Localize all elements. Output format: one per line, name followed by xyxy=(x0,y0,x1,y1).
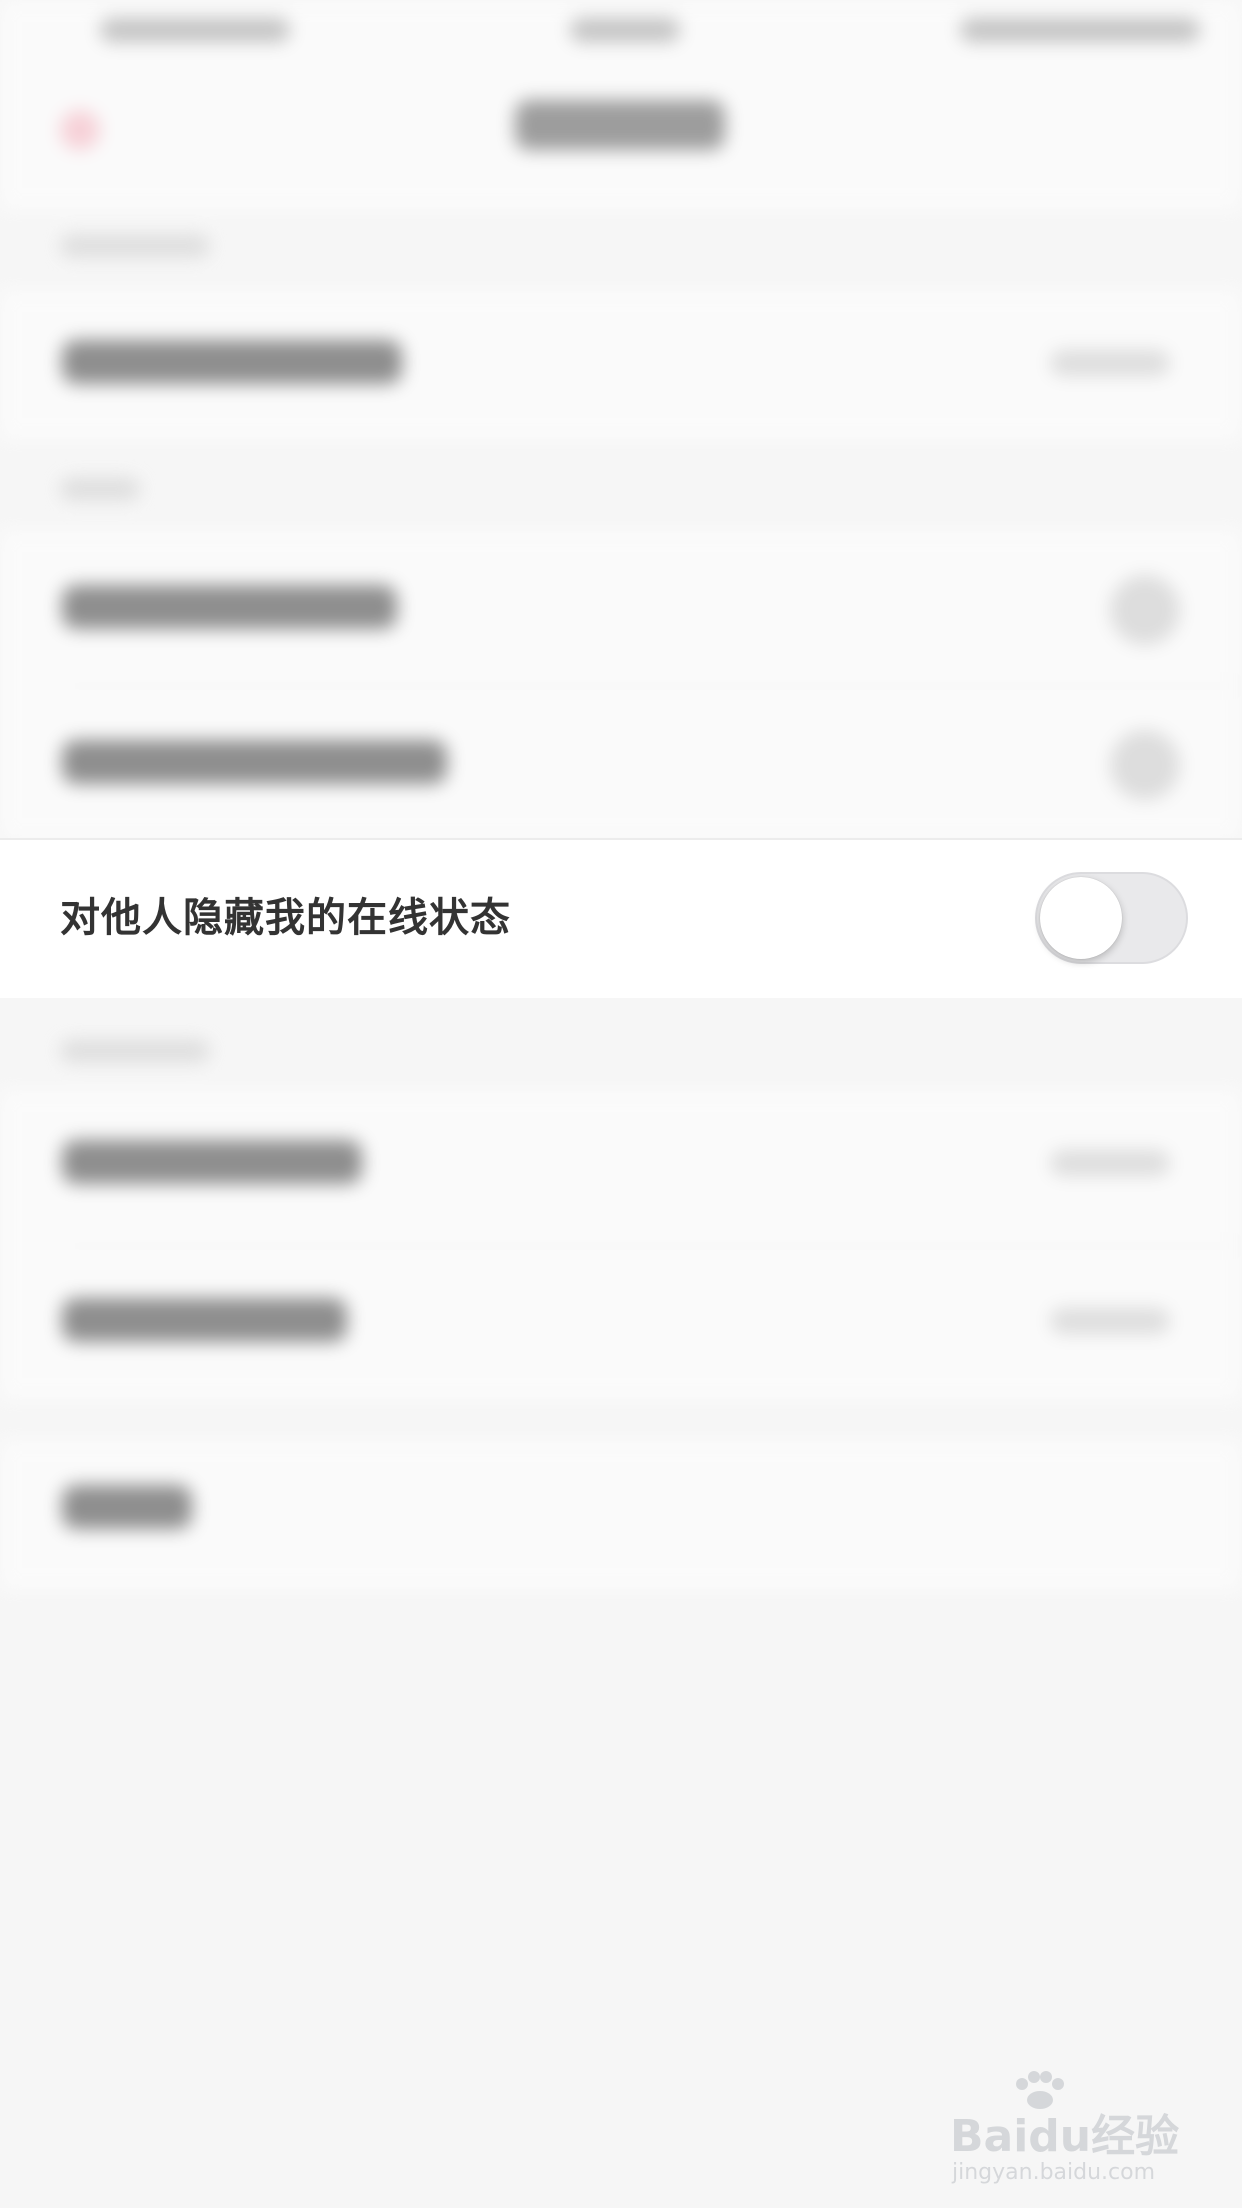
status-bar xyxy=(0,0,1242,60)
hide-online-status-toggle[interactable] xyxy=(1035,872,1188,964)
section-header-1 xyxy=(60,235,210,257)
setting-row-4-value xyxy=(1050,1150,1170,1176)
privacy-settings-screen: 对他人隐藏我的在线状态 Baidu经验 jingyan.baidu.com xyxy=(0,0,1242,2208)
setting-row-6-label xyxy=(62,1485,192,1529)
watermark-brand: Baidu经验 xyxy=(950,2111,1180,2162)
navigation-bar xyxy=(0,60,1242,210)
setting-row-2-label xyxy=(62,585,397,629)
section-header-2 xyxy=(60,478,140,500)
setting-row-1-label xyxy=(62,340,402,384)
status-carrier xyxy=(100,18,290,42)
setting-row-1-value xyxy=(1050,350,1170,376)
section-header-3 xyxy=(60,1040,210,1062)
setting-row-5-label xyxy=(62,1298,347,1342)
hide-online-status-row: 对他人隐藏我的在线状态 xyxy=(0,838,1242,998)
setting-row-5-value xyxy=(1050,1308,1170,1334)
nav-title xyxy=(515,100,725,150)
back-arrow-icon[interactable] xyxy=(60,110,100,150)
baidu-watermark: Baidu经验 jingyan.baidu.com xyxy=(950,2070,1200,2190)
toggle-knob xyxy=(1040,877,1122,959)
setting-row-3-toggle[interactable] xyxy=(1110,730,1180,800)
separator xyxy=(62,1245,1242,1247)
setting-row-4-label xyxy=(62,1140,362,1184)
setting-row-2-toggle[interactable] xyxy=(1110,575,1180,645)
blurred-background xyxy=(0,0,1242,2208)
status-battery xyxy=(960,18,1200,42)
hide-online-status-label: 对他人隐藏我的在线状态 xyxy=(60,895,511,941)
setting-row-3-label xyxy=(62,740,447,784)
separator xyxy=(62,685,1242,687)
watermark-url: jingyan.baidu.com xyxy=(952,2160,1156,2185)
status-time xyxy=(570,18,680,42)
